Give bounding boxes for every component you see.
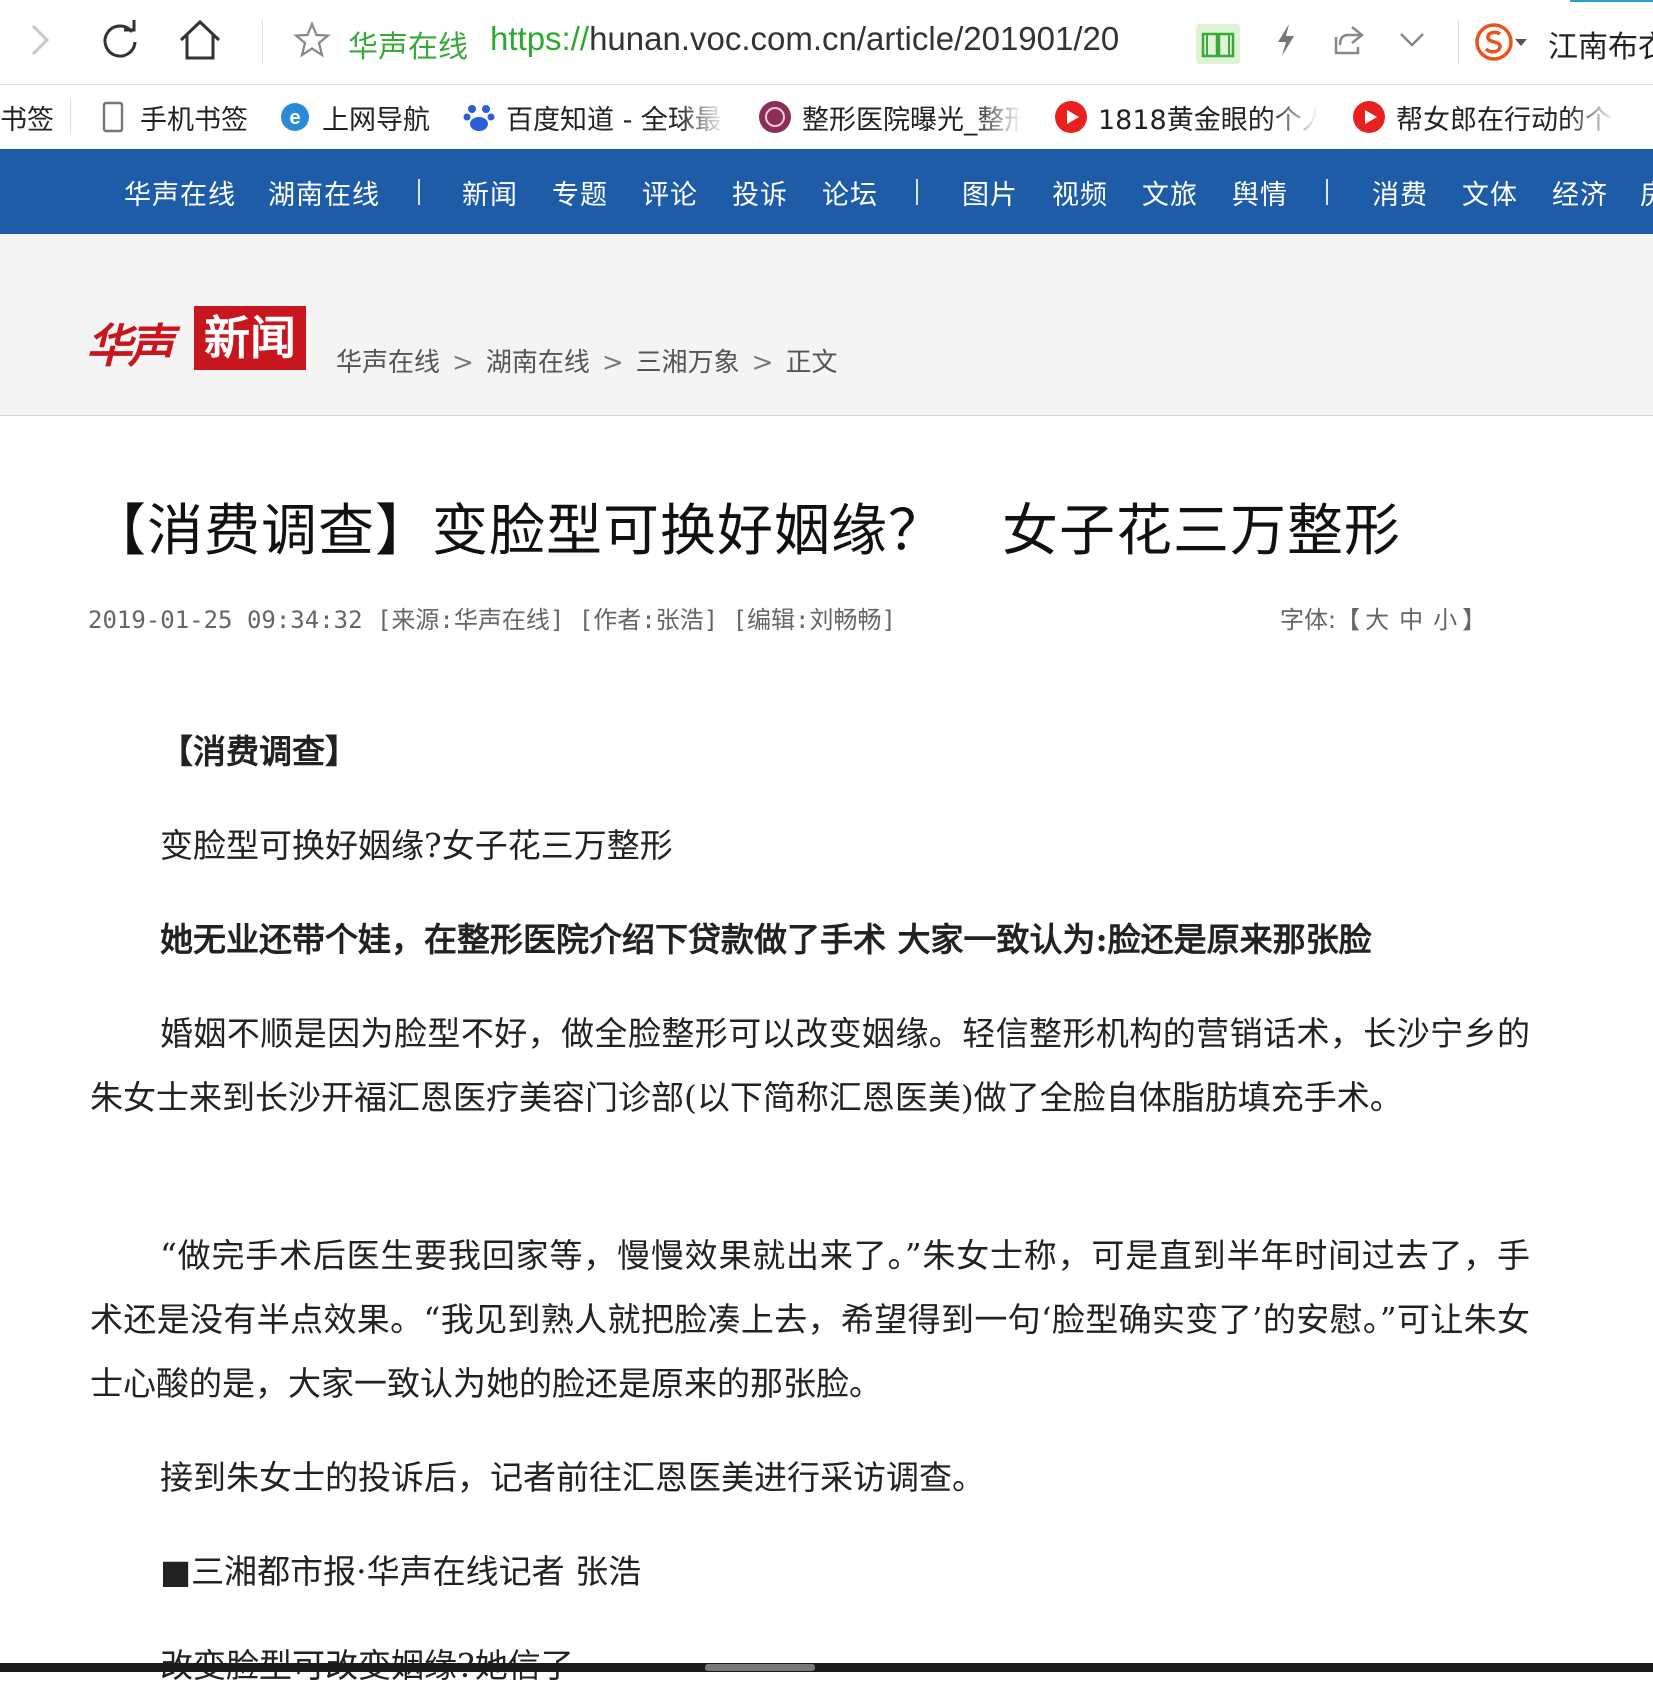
forward-icon <box>31 24 50 56</box>
reload-icon <box>103 20 137 58</box>
bookmark-label: 书签 <box>0 104 54 136</box>
breadcrumb-current: 正文 <box>785 348 838 378</box>
article-paragraph: ■三湘都市报·华声在线记者 张浩 <box>160 1552 642 1591</box>
scrollbar-thumb[interactable] <box>705 1664 815 1671</box>
horizontal-scrollbar[interactable] <box>0 1663 1653 1672</box>
font-size-close: 】 <box>1462 606 1487 634</box>
url-path: hunan.voc.com.cn/article/201901/20 <box>589 20 1120 57</box>
site-logo[interactable]: 华声 新闻 <box>86 304 308 376</box>
breadcrumb-item[interactable]: 三湘万象 <box>636 348 740 378</box>
nav-item[interactable]: 经济 <box>1552 173 1608 212</box>
bookmark-item[interactable]: 书签 <box>0 99 54 136</box>
nav-item[interactable]: 文旅 <box>1142 173 1198 212</box>
article-header-band: 华声 新闻 华声在线 > 湖南在线 > 三湘万象 > 正文 <box>0 234 1653 416</box>
home-button[interactable] <box>176 14 224 66</box>
font-size-control: 字体:【大中小】 <box>1280 600 1486 635</box>
star-icon <box>293 21 331 58</box>
chevron-down-icon <box>1400 33 1424 47</box>
breadcrumb-separator: > <box>452 348 474 378</box>
article-meta: 2019-01-25 09:34:32 [来源:华声在线] [作者:张浩] [编… <box>88 606 896 634</box>
font-size-medium[interactable]: 中 <box>1399 606 1423 634</box>
article-title: 【消费调查】变脸型可换好姻缘？ 女子花三万整形 <box>90 499 1401 564</box>
article-paragraph: 变脸型可换好姻缘?女子花三万整形 <box>160 826 673 865</box>
article-paragraph: 接到朱女士的投诉后，记者前往汇恩医美进行采访调查。 <box>160 1458 985 1497</box>
phone-icon <box>96 100 130 134</box>
font-size-small[interactable]: 小 <box>1433 606 1457 634</box>
lightning-icon <box>1278 24 1294 56</box>
browser-toolbar: 华声在线 https://hunan.voc.com.cn/article/20… <box>0 0 1653 85</box>
nav-item[interactable]: 专题 <box>552 173 608 212</box>
video-icon <box>1054 100 1088 134</box>
article-paragraph: 她无业还带个娃，在整形医院介绍下贷款做了手术 大家一致认为:脸还是原来那张脸 <box>160 920 1372 959</box>
clinic-icon <box>758 100 792 134</box>
bookmark-label: 整形医院曝光_整形 <box>802 104 1022 136</box>
breadcrumb-separator: > <box>751 348 774 378</box>
share-button[interactable] <box>1325 14 1373 66</box>
favorite-star-button[interactable] <box>288 14 336 66</box>
forward-button[interactable] <box>16 14 64 66</box>
nav-item[interactable]: 消费 <box>1372 173 1428 212</box>
reader-mode-button[interactable] <box>1196 24 1240 64</box>
speed-mode-button[interactable] <box>1262 14 1310 66</box>
home-icon <box>179 19 221 60</box>
svg-text:e: e <box>289 107 300 129</box>
bookmark-item[interactable]: 帮女郎在行动的个 <box>1352 99 1616 136</box>
nav-item[interactable]: 论坛 <box>822 173 878 212</box>
bookmark-label: 手机书签 <box>140 104 248 136</box>
bookmark-item[interactable]: e 上网导航 <box>278 99 430 136</box>
nav-divider <box>418 179 420 205</box>
bookmark-label: 上网导航 <box>322 104 430 136</box>
nav-item[interactable]: 新闻 <box>462 173 518 212</box>
nav-item[interactable]: 文体 <box>1462 173 1518 212</box>
site-nav: 华声在线 湖南在线 新闻 专题 评论 投诉 论坛 图片 视频 文旅 舆情 消费 … <box>0 149 1653 234</box>
font-size-large[interactable]: 大 <box>1365 606 1389 634</box>
url-scheme: https:// <box>490 20 590 57</box>
nav-divider <box>916 179 918 205</box>
address-bar-url[interactable]: https://hunan.voc.com.cn/article/201901/… <box>490 20 1119 58</box>
logo-news-box: 新闻 <box>194 306 306 370</box>
breadcrumb-item[interactable]: 华声在线 <box>336 348 440 378</box>
toolbar-divider <box>262 20 263 64</box>
nav-item[interactable]: 华声在线 <box>124 173 236 212</box>
search-engine-selector[interactable] <box>1474 22 1534 62</box>
caret-down-icon <box>1515 39 1527 46</box>
tab-indicator <box>1570 0 1653 2</box>
article-paragraph: 【消费调查】 <box>160 732 358 771</box>
bookmark-item[interactable]: 手机书签 <box>96 99 248 136</box>
bookmarks-divider <box>70 99 71 135</box>
bookmarks-bar: 书签 手机书签 e 上网导航 百度知道 - 全球最 整形医院曝光_整形 1818… <box>0 85 1653 149</box>
bookmark-item[interactable]: 百度知道 - 全球最 <box>462 99 726 136</box>
breadcrumb: 华声在线 > 湖南在线 > 三湘万象 > 正文 <box>336 342 837 379</box>
bookmark-label: 百度知道 - 全球最 <box>506 104 722 136</box>
baidu-icon <box>462 100 496 134</box>
ie-icon: e <box>278 100 312 134</box>
toolbar-divider <box>1458 20 1459 64</box>
logo-calligraphy: 华声 <box>86 319 174 373</box>
breadcrumb-separator: > <box>601 348 624 378</box>
bookmark-label: 1818黄金眼的个人 <box>1098 104 1318 136</box>
nav-item[interactable]: 房 <box>1640 173 1653 212</box>
sogou-icon <box>1475 23 1513 61</box>
nav-item[interactable]: 视频 <box>1052 173 1108 212</box>
nav-item[interactable]: 舆情 <box>1232 173 1288 212</box>
book-icon <box>1201 32 1235 58</box>
nav-item[interactable]: 投诉 <box>732 173 788 212</box>
breadcrumb-item[interactable]: 湖南在线 <box>486 348 590 378</box>
nav-item[interactable]: 评论 <box>642 173 698 212</box>
bookmark-item[interactable]: 整形医院曝光_整形 <box>758 99 1022 136</box>
article-paragraph: “做完手术后医生要我回家等，慢慢效果就出来了。”朱女士称，可是直到半年时间过去了… <box>90 1236 1530 1403</box>
video-icon <box>1352 100 1386 134</box>
article-paragraph: 婚姻不顺是因为脸型不好，做全脸整形可以改变姻缘。轻信整形机构的营销话术，长沙宁乡… <box>90 1014 1530 1117</box>
dropdown-button[interactable] <box>1388 14 1436 66</box>
bookmark-label: 帮女郎在行动的个 <box>1396 104 1612 136</box>
search-box-text[interactable]: 江南布衣 <box>1548 22 1653 66</box>
nav-divider <box>1326 179 1328 205</box>
nav-item[interactable]: 湖南在线 <box>268 173 380 212</box>
reload-button[interactable] <box>96 14 144 66</box>
address-site-name[interactable]: 华声在线 <box>348 22 468 66</box>
bookmark-item[interactable]: 1818黄金眼的个人 <box>1054 99 1318 136</box>
nav-item[interactable]: 图片 <box>962 173 1018 212</box>
font-size-label: 字体:【 <box>1280 606 1361 634</box>
share-icon <box>1334 26 1365 55</box>
